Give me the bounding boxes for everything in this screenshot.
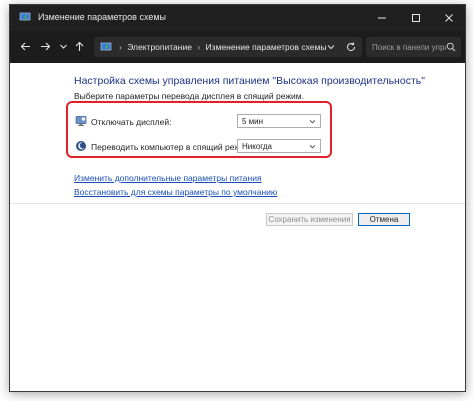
- sleep-label: Переводить компьютер в спящий режим:: [91, 142, 254, 152]
- chevron-down-icon: [309, 119, 316, 124]
- sleep-select[interactable]: Никогда: [237, 139, 321, 153]
- chevron-down-icon: [309, 144, 316, 149]
- page-subtitle: Выберите параметры перевода дисплея в сп…: [74, 91, 304, 101]
- turn-off-display-value: 5 мин: [242, 117, 264, 126]
- arrow-left-icon: [20, 42, 30, 50]
- chevron-down-icon: [59, 44, 67, 49]
- advanced-power-settings-link[interactable]: Изменить дополнительные параметры питани…: [74, 173, 262, 183]
- turn-off-display-select[interactable]: 5 мин: [237, 114, 321, 128]
- minimize-button[interactable]: [365, 5, 399, 31]
- search-input[interactable]: [366, 37, 446, 57]
- divider: [10, 203, 465, 204]
- close-button[interactable]: [432, 5, 465, 31]
- power-options-icon: [100, 42, 112, 52]
- navigation-bar: › Электропитание › Изменение параметров …: [10, 31, 465, 63]
- breadcrumb-item-power[interactable]: Электропитание: [127, 42, 192, 52]
- breadcrumb-separator: ›: [197, 42, 201, 52]
- sleep-value: Никогда: [242, 142, 272, 151]
- title-bar[interactable]: Изменение параметров схемы: [10, 5, 465, 31]
- save-changes-button[interactable]: Сохранить изменения: [266, 213, 353, 226]
- close-icon: [445, 14, 453, 22]
- maximize-icon: [412, 14, 420, 22]
- content-pane: Настройка схемы управления питанием "Выс…: [10, 63, 465, 391]
- arrow-up-icon: [75, 41, 83, 51]
- breadcrumb-item-edit-plan[interactable]: Изменение параметров схемы: [206, 42, 327, 52]
- forward-button[interactable]: [38, 39, 52, 53]
- cancel-button[interactable]: Отмена: [358, 213, 410, 226]
- sleep-icon: [76, 141, 86, 151]
- address-dropdown-icon[interactable]: [326, 42, 336, 52]
- minimize-icon: [378, 17, 386, 19]
- breadcrumb: › Электропитание › Изменение параметров …: [116, 42, 326, 52]
- search-icon[interactable]: [446, 42, 456, 52]
- turn-off-display-label: Отключать дисплей:: [91, 117, 172, 127]
- window-title: Изменение параметров схемы: [38, 12, 167, 22]
- display-icon: [75, 116, 87, 126]
- control-panel-window: Изменение параметров схемы › Электропита…: [9, 4, 466, 392]
- recent-locations-button[interactable]: [56, 39, 70, 53]
- arrow-right-icon: [40, 42, 50, 50]
- page-title: Настройка схемы управления питанием "Выс…: [74, 75, 425, 87]
- up-button[interactable]: [72, 39, 86, 53]
- address-bar[interactable]: › Электропитание › Изменение параметров …: [94, 37, 362, 57]
- refresh-icon[interactable]: [345, 41, 357, 53]
- search-box[interactable]: [366, 37, 461, 57]
- breadcrumb-separator: ›: [119, 42, 122, 52]
- power-options-icon: [19, 12, 31, 22]
- maximize-button[interactable]: [399, 5, 433, 31]
- back-button[interactable]: [18, 39, 32, 53]
- restore-defaults-link[interactable]: Восстановить для схемы параметры по умол…: [74, 187, 277, 197]
